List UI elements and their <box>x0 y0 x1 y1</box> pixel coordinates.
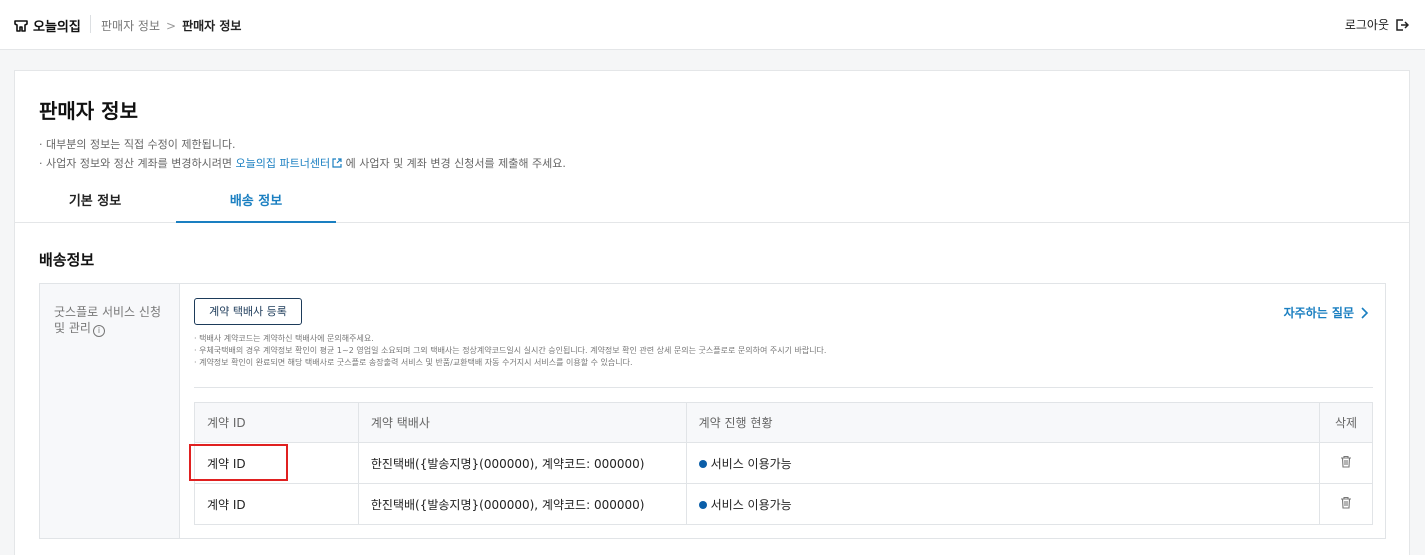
logout-icon <box>1396 18 1409 31</box>
trash-icon[interactable] <box>1340 496 1352 509</box>
notice-list: · 대부분의 정보는 직접 수정이 제한됩니다. · 사업자 정보와 정산 계좌… <box>39 135 566 173</box>
cell-status: 서비스 이용가능 <box>685 442 1321 484</box>
partner-center-link-label: 오늘의집 파트너센터 <box>235 157 331 170</box>
notice-2: · 사업자 정보와 정산 계좌를 변경하시려면 오늘의집 파트너센터 에 사업자… <box>39 154 566 173</box>
breadcrumb-parent[interactable]: 판매자 정보 <box>101 17 160 34</box>
top-bar: 오늘의집 판매자 정보 > 판매자 정보 로그아웃 <box>0 0 1425 50</box>
cell-carrier: 한진택배({발송지명}(000000), 계약코드: 000000) <box>357 442 687 484</box>
logout-label: 로그아웃 <box>1344 18 1389 32</box>
goodsflow-panel: 굿스플로 서비스 신청 및 관리 i 계약 택배사 등록 자주하는 질문 · 택배… <box>39 283 1386 539</box>
register-carrier-button[interactable]: 계약 택배사 등록 <box>194 298 302 325</box>
page-title: 판매자 정보 <box>39 99 138 123</box>
section-title: 배송정보 <box>39 251 95 269</box>
status-label: 서비스 이용가능 <box>710 497 792 512</box>
cell-delete <box>1319 442 1373 484</box>
help-line-2: · 우체국택배의 경우 계약정보 확인이 평균 1~2 영업일 소요되며 그외 … <box>194 346 827 355</box>
breadcrumb-current: 판매자 정보 <box>182 19 242 33</box>
cell-contract-id: 계약 ID <box>194 483 359 525</box>
header-delete: 삭제 <box>1319 402 1373 443</box>
notice-1: · 대부분의 정보는 직접 수정이 제한됩니다. <box>39 138 236 151</box>
cell-status: 서비스 이용가능 <box>685 483 1321 525</box>
brand-logo[interactable]: 오늘의집 <box>14 16 81 35</box>
logout-button[interactable]: 로그아웃 <box>1345 16 1409 33</box>
breadcrumb-separator: > <box>166 18 177 33</box>
partner-center-link[interactable]: 오늘의집 파트너센터 <box>236 157 343 170</box>
trash-icon[interactable] <box>1340 455 1352 468</box>
panel-label: 굿스플로 서비스 신청 및 관리 i <box>40 284 180 538</box>
faq-link-label: 자주하는 질문 <box>1283 306 1354 320</box>
help-text: · 택배사 계약코드는 계약하신 택배사에 문의해주세요. · 우체국택배의 경… <box>194 333 826 369</box>
faq-link[interactable]: 자주하는 질문 <box>1284 304 1369 321</box>
tab-shipping-info[interactable]: 배송 정보 <box>176 183 336 223</box>
status-dot <box>698 500 707 509</box>
status-label: 서비스 이용가능 <box>710 456 792 471</box>
cell-carrier: 한진택배({발송지명}(000000), 계약코드: 000000) <box>357 483 687 525</box>
header-contract-id: 계약 ID <box>194 402 359 443</box>
header-carrier: 계약 택배사 <box>357 402 687 443</box>
cell-contract-id: 계약 ID <box>194 442 359 484</box>
tab-bar: 기본 정보 배송 정보 <box>15 183 1409 223</box>
contracts-table: 계약 ID 계약 택배사 계약 진행 현황 삭제 계약 ID 한진택배({발송지… <box>194 402 1373 525</box>
table-row: 계약 ID 한진택배({발송지명}(000000), 계약코드: 000000)… <box>194 483 1373 525</box>
help-line-3: · 계약정보 확인이 완료되면 해당 택배사로 굿스플로 송장출력 서비스 및 … <box>194 358 633 367</box>
header-status: 계약 진행 현황 <box>685 402 1321 443</box>
tab-basic-info[interactable]: 기본 정보 <box>15 183 175 223</box>
panel-label-line1: 굿스플로 서비스 신청 <box>54 305 161 319</box>
table-row: 계약 ID 한진택배({발송지명}(000000), 계약코드: 000000)… <box>194 442 1373 484</box>
panel-label-line2-text: 및 관리 <box>54 321 91 335</box>
panel-divider <box>194 387 1373 388</box>
notice-2-suffix: 에 사업자 및 계좌 변경 신청서를 제출해 주세요. <box>342 157 566 170</box>
help-line-1: · 택배사 계약코드는 계약하신 택배사에 문의해주세요. <box>194 334 374 343</box>
info-icon[interactable]: i <box>92 325 105 337</box>
main-card: 판매자 정보 · 대부분의 정보는 직접 수정이 제한됩니다. · 사업자 정보… <box>14 70 1410 555</box>
panel-label-line2: 및 관리 i <box>54 320 165 337</box>
brand-name: 오늘의집 <box>33 20 81 35</box>
table-header-row: 계약 ID 계약 택배사 계약 진행 현황 삭제 <box>194 402 1373 443</box>
external-link-icon <box>332 158 342 168</box>
cell-delete <box>1319 483 1373 525</box>
breadcrumb: 판매자 정보 > 판매자 정보 <box>101 17 241 34</box>
ohouse-logo-icon <box>14 19 28 32</box>
chevron-right-icon <box>1361 306 1369 319</box>
topbar-divider <box>90 15 91 33</box>
notice-2-prefix: · 사업자 정보와 정산 계좌를 변경하시려면 <box>39 157 236 170</box>
status-dot <box>698 459 707 468</box>
